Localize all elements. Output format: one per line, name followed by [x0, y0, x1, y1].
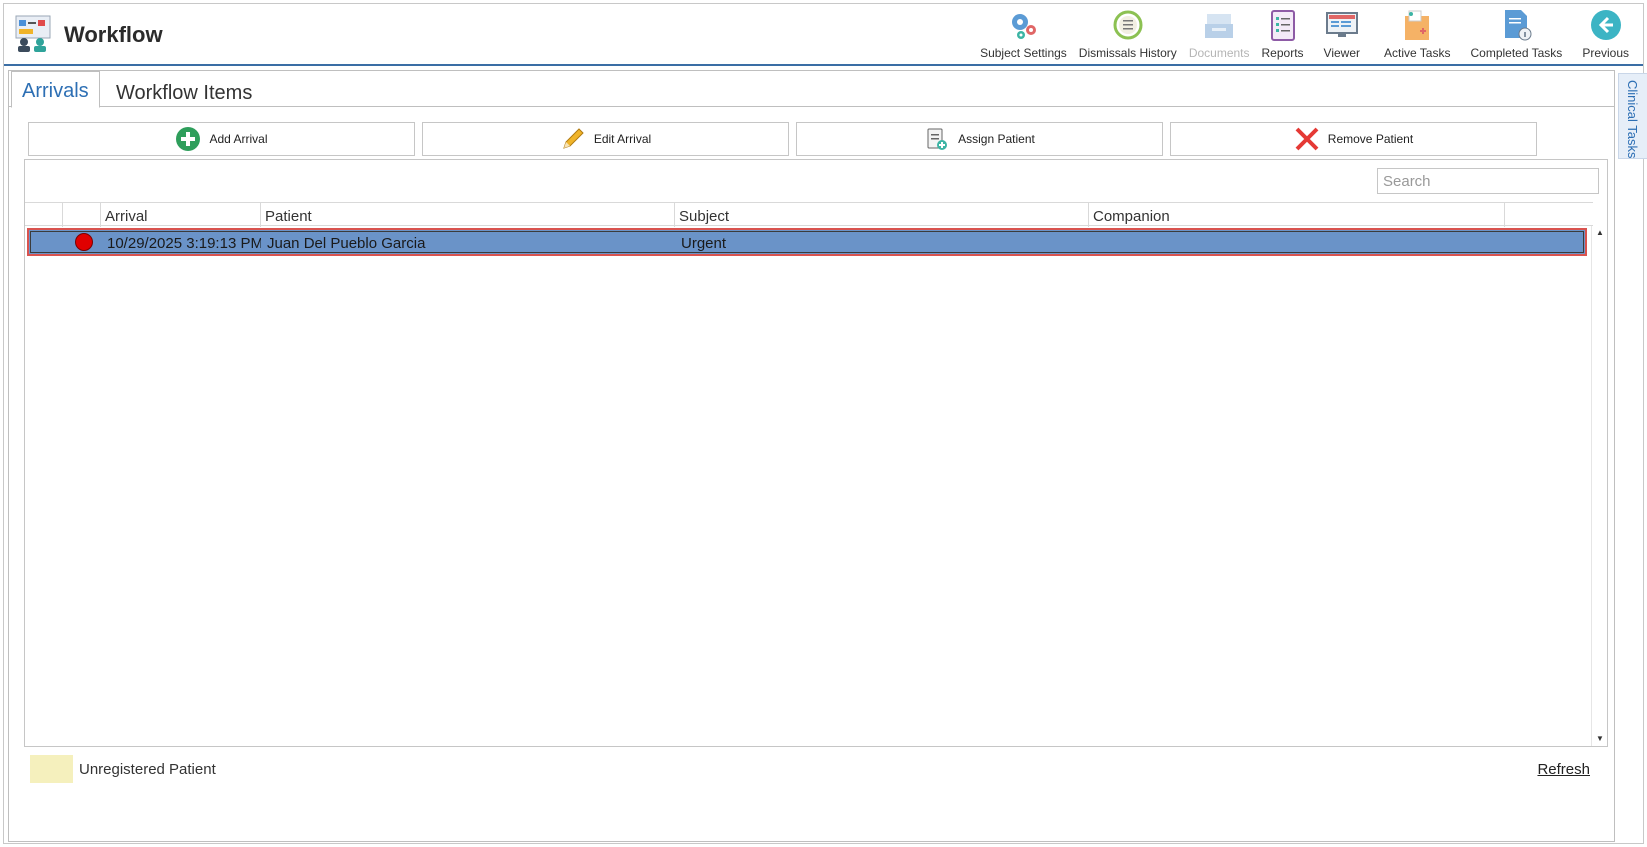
arrivals-grid: Arrival Patient Subject Companion 10/29/…: [24, 159, 1608, 747]
cell-subject: Urgent: [681, 235, 727, 252]
grid-header: Arrival Patient Subject Companion: [25, 202, 1593, 227]
cell-patient: Juan Del Pueblo Garcia: [267, 235, 426, 252]
reports-label: Reports: [1261, 46, 1304, 60]
subject-settings-label: Subject Settings: [980, 46, 1067, 60]
inbox-tray-icon: [1205, 14, 1234, 38]
completed-tasks-button[interactable]: Completed Tasks: [1460, 4, 1572, 64]
task-folder-icon: [1405, 10, 1430, 40]
tab-strip: Arrivals Workflow Items: [9, 71, 1614, 110]
plus-circle-icon: [176, 127, 201, 151]
edit-arrival-button[interactable]: Edit Arrival: [422, 122, 789, 156]
assign-patient-label: Assign Patient: [958, 132, 1035, 146]
documents-label: Documents: [1188, 46, 1250, 60]
tab-arrivals[interactable]: Arrivals: [11, 71, 100, 108]
active-tasks-label: Active Tasks: [1384, 46, 1451, 60]
back-arrow-icon: [1590, 10, 1621, 40]
clipboard-list-icon: [1270, 10, 1295, 41]
viewer-button[interactable]: Viewer: [1310, 4, 1374, 64]
column-header-patient[interactable]: Patient: [261, 203, 675, 227]
column-header-subject[interactable]: Subject: [675, 203, 1089, 227]
clinical-tasks-side-tab[interactable]: Clinical Tasks: [1618, 73, 1647, 159]
dismissals-history-button[interactable]: Dismissals History: [1073, 4, 1183, 64]
document-info-icon: [1505, 10, 1532, 41]
reports-button[interactable]: Reports: [1256, 4, 1310, 64]
app-title: Workflow: [64, 22, 163, 47]
monitor-icon: [1325, 12, 1358, 37]
clipboard-add-icon: [927, 128, 948, 150]
header-bar: Workflow Subject Settings Dismissals His…: [4, 4, 1643, 66]
gears-icon: [1012, 14, 1037, 39]
cell-arrival: 10/29/2025 3:19:13 PM: [107, 235, 261, 252]
refresh-link[interactable]: Refresh: [1537, 761, 1590, 778]
vertical-scrollbar[interactable]: ▲ ▼: [1591, 226, 1607, 746]
remove-patient-button[interactable]: Remove Patient: [1170, 122, 1537, 156]
cell-companion: [1091, 230, 1501, 254]
column-header-arrival[interactable]: Arrival: [101, 203, 261, 227]
scroll-up-icon[interactable]: ▲: [1595, 228, 1605, 238]
toolbar: Subject Settings Dismissals History Docu…: [974, 4, 1643, 64]
active-tasks-button[interactable]: Active Tasks: [1374, 4, 1460, 64]
completed-tasks-label: Completed Tasks: [1470, 46, 1563, 60]
assign-patient-button[interactable]: Assign Patient: [796, 122, 1163, 156]
documents-button[interactable]: Documents: [1183, 4, 1256, 64]
status-indicator-icon: [75, 233, 93, 251]
scroll-down-icon[interactable]: ▼: [1595, 734, 1605, 744]
add-arrival-button[interactable]: Add Arrival: [28, 122, 415, 156]
history-icon: [1113, 10, 1143, 40]
main-panel: Arrivals Workflow Items Add Arrival Edit…: [8, 70, 1615, 842]
previous-button[interactable]: Previous: [1572, 4, 1643, 64]
red-x-icon: [1295, 127, 1319, 151]
tab-workflow-items[interactable]: Workflow Items: [106, 74, 262, 110]
column-header-select[interactable]: [25, 203, 63, 227]
previous-label: Previous: [1582, 46, 1629, 60]
action-buttons: Add Arrival Edit Arrival Assign Patient: [28, 122, 1608, 156]
pencil-icon: [563, 128, 584, 149]
app-window: Workflow Subject Settings Dismissals His…: [3, 3, 1647, 844]
remove-patient-label: Remove Patient: [1327, 132, 1414, 146]
column-header-companion[interactable]: Companion: [1089, 203, 1505, 227]
column-header-status[interactable]: [63, 203, 101, 227]
dismissals-history-label: Dismissals History: [1078, 46, 1177, 60]
search-input[interactable]: [1377, 168, 1599, 194]
clinical-tasks-label: Clinical Tasks: [1625, 80, 1640, 159]
legend-label: Unregistered Patient: [79, 761, 216, 778]
workflow-logo-icon: [14, 14, 54, 54]
subject-settings-button[interactable]: Subject Settings: [974, 4, 1073, 64]
add-arrival-label: Add Arrival: [209, 132, 268, 146]
table-row[interactable]: 10/29/2025 3:19:13 PM Juan Del Pueblo Ga…: [27, 228, 1587, 256]
unregistered-patient-swatch: [30, 755, 73, 783]
viewer-label: Viewer: [1323, 46, 1361, 60]
edit-arrival-label: Edit Arrival: [593, 132, 652, 146]
